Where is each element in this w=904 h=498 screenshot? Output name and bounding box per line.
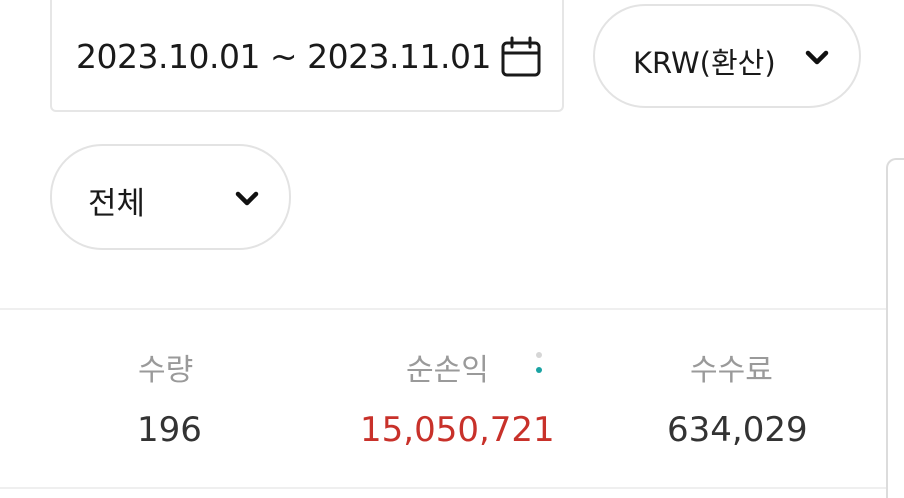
- divider: [0, 487, 886, 489]
- info-dots-icon[interactable]: [534, 350, 544, 380]
- net-profit-value: 15,050,721: [360, 410, 555, 450]
- calendar-icon[interactable]: [500, 36, 542, 78]
- chevron-down-icon: [805, 50, 829, 65]
- currency-dropdown[interactable]: KRW(환산): [593, 4, 861, 108]
- category-dropdown-label: 전체: [88, 186, 146, 222]
- fee-label: 수수료: [690, 353, 773, 388]
- side-panel-edge[interactable]: [886, 158, 904, 498]
- quantity-label: 수량: [138, 353, 194, 388]
- net-profit-label: 순손익: [406, 353, 489, 388]
- currency-dropdown-label: KRW(환산): [633, 46, 776, 80]
- divider: [0, 308, 886, 310]
- fee-value: 634,029: [667, 410, 808, 450]
- date-range-picker[interactable]: 2023.10.01 ~ 2023.11.01: [50, 0, 564, 112]
- category-dropdown[interactable]: 전체: [50, 144, 291, 250]
- chevron-down-icon: [235, 191, 259, 206]
- info-dot: [536, 352, 542, 358]
- trade-summary-page: 2023.10.01 ~ 2023.11.01 KRW(환산) 전체 수량 순손…: [0, 0, 904, 498]
- info-dot: [536, 367, 542, 373]
- quantity-value: 196: [137, 410, 202, 450]
- date-range-text: 2023.10.01 ~ 2023.11.01: [76, 36, 492, 76]
